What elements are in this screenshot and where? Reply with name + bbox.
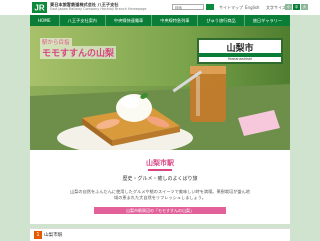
font-size-medium-button[interactable]: 中 [293, 4, 300, 10]
font-size-small-button[interactable]: 小 [285, 4, 292, 10]
jr-logo-icon[interactable]: JR [32, 2, 47, 13]
nav-item-gallery[interactable]: 旅日ギャラリー [245, 15, 290, 26]
banner-tagline: 駅から目指 [40, 38, 72, 46]
section-number-badge: 1 [34, 231, 42, 239]
nav-item-chuo-rapid[interactable]: 中央線快速電車 [106, 15, 153, 26]
english-link[interactable]: English [245, 5, 259, 10]
nav-item-view-travel[interactable]: びゅう旅行商品 [198, 15, 245, 26]
search-input[interactable]: 検索 [172, 4, 204, 10]
station-intro-panel: 山梨市駅 歴史・グルメ・癒しのよくばり旅 山梨の自然をふんだんに使用したグルメや… [30, 150, 290, 224]
title-underline [148, 169, 172, 171]
page: JR 東日本旅客鉄道株式会社 八王子支社 East Japan Railway … [0, 0, 320, 241]
font-size-large-button[interactable]: 大 [301, 4, 308, 10]
station-area-button[interactable]: 山梨市駅周辺の「モモすすんの山梨」 [94, 207, 226, 214]
search-button[interactable] [206, 4, 214, 10]
sitemap-link[interactable]: サイトマップ [219, 5, 243, 11]
station-description: 山梨の自然をふんだんに使用したグルメや桃のスイーツで美味しい時を満喫。果樹栽培が… [70, 189, 250, 200]
hero-banner[interactable]: 駅から目指 モモすすんの山梨 山梨市 Yamanashishi [30, 26, 290, 150]
section-title: 山梨市駅 [44, 233, 63, 238]
station-sign: 山梨市 Yamanashishi [197, 38, 283, 64]
nav-item-branch-info[interactable]: 八王子支社案内 [60, 15, 106, 26]
svg-text:JR: JR [34, 4, 44, 13]
site-header: JR 東日本旅客鉄道株式会社 八王子支社 East Japan Railway … [0, 0, 320, 15]
company-name-en: East Japan Railway Company Hachioji Bran… [50, 7, 147, 11]
nav-item-home[interactable]: HOME [30, 15, 60, 26]
station-tagline: 歴史・グルメ・癒しのよくばり旅 [122, 176, 198, 182]
campaign-logo: モモすすんの山梨 [40, 46, 117, 59]
main-nav: HOME 八王子支社案内 中央線快速電車 中央線特急列車 びゅう旅行商品 旅日ギ… [30, 15, 290, 26]
company-name: 東日本旅客鉄道株式会社 八王子支社 East Japan Railway Com… [50, 2, 146, 12]
font-size-label: 文字サイズ [266, 5, 286, 10]
nav-item-chuo-express[interactable]: 中央線特急列車 [152, 15, 199, 26]
station-sign-romaji: Yamanashishi [227, 57, 253, 61]
section-header: 1 山梨市駅 [30, 228, 290, 241]
station-title: 山梨市駅 [146, 159, 174, 167]
